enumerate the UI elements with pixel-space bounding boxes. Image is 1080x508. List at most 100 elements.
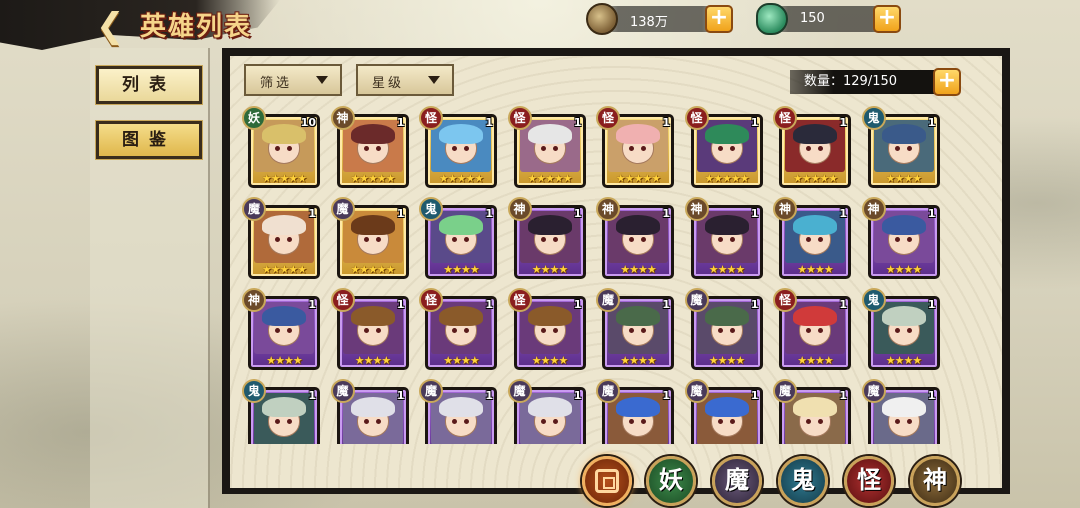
hero-card[interactable]: 神 1 ★★★★ — [596, 197, 674, 279]
hero-portrait — [254, 302, 314, 354]
hero-level: 1 — [750, 116, 759, 129]
hero-portrait — [342, 393, 403, 444]
hero-card[interactable]: 魔1★★★★ — [773, 379, 851, 444]
hero-card[interactable]: 魔1★★★★ — [861, 379, 940, 444]
hero-portrait — [254, 393, 314, 444]
hero-card[interactable]: 神 1 ★★★★ — [684, 197, 763, 279]
faction-badge: 神 — [330, 106, 355, 130]
hero-card[interactable]: 怪 1 ★★★★ — [507, 288, 586, 370]
hero-level: 1 — [662, 207, 670, 220]
sidebar-item-list[interactable]: 列表 — [95, 65, 203, 105]
triangle-down-icon — [316, 76, 328, 84]
faction-tab-shen[interactable]: 神 — [910, 456, 960, 506]
faction-tab-gui[interactable]: 鬼 — [778, 456, 828, 506]
add-gold-button[interactable]: + — [705, 5, 733, 33]
hero-hair — [704, 215, 749, 235]
hero-card[interactable]: 神 1 ★★★★ — [861, 197, 940, 279]
hero-portrait — [431, 302, 491, 354]
hero-card[interactable]: 魔1★★★★ — [596, 379, 674, 444]
hero-portrait — [696, 302, 757, 354]
hero-hair — [704, 397, 749, 417]
hero-eye — [894, 146, 900, 151]
sidebar-item-atlas[interactable]: 图鉴 — [95, 120, 203, 160]
hero-stars: ★★★★ — [354, 354, 391, 367]
hero-eye — [806, 419, 811, 424]
hero-card[interactable]: 魔 1 ★★★★★ — [242, 197, 320, 279]
hero-card[interactable]: 鬼1★★★★ — [419, 197, 497, 279]
hero-level: 1 — [927, 116, 936, 129]
hero-level: 1 — [485, 116, 493, 129]
hero-portrait — [608, 120, 668, 172]
hero-card[interactable]: 魔 1 ★★★★★ — [330, 197, 409, 279]
hero-level: 1 — [308, 389, 316, 402]
hero-hair — [350, 124, 395, 144]
star-dropdown[interactable]: 星级 — [356, 64, 454, 96]
hero-card[interactable]: 鬼1★★★★ — [861, 106, 940, 188]
faction-badge: 妖 — [242, 106, 266, 130]
faction-badge: 魔 — [507, 379, 532, 403]
hero-portrait — [873, 120, 934, 172]
add-jade-button[interactable]: + — [873, 5, 901, 33]
hero-level: 1 — [839, 207, 847, 220]
faction-badge: 鬼 — [242, 379, 266, 403]
faction-badge: 魔 — [596, 288, 620, 312]
hero-stars: ★★★★★ — [350, 263, 395, 276]
hero-card[interactable]: 魔1★★★★ — [419, 379, 497, 444]
hero-card[interactable]: 怪 1 ★★★★ — [773, 288, 851, 370]
hero-eye — [287, 419, 292, 424]
hero-hair — [262, 306, 306, 326]
hero-eye — [729, 419, 735, 424]
hero-hair — [704, 124, 749, 144]
hero-eye — [729, 328, 735, 333]
hero-card[interactable]: 鬼1★★★★ — [242, 379, 320, 444]
hero-card[interactable]: 怪 1 ★★★★★ — [596, 106, 674, 188]
faction-tab-guai[interactable]: 怪 — [844, 456, 894, 506]
filter-dropdown[interactable]: 筛选 — [244, 64, 342, 96]
back-button[interactable]: ❮ — [96, 8, 132, 44]
hero-card[interactable]: 怪 1 ★★★★★ — [773, 106, 851, 188]
hero-card[interactable]: 魔1★★★★ — [684, 288, 763, 370]
hero-portrait — [254, 211, 314, 263]
expand-capacity-button[interactable]: + — [933, 68, 961, 96]
hero-level: 1 — [308, 207, 316, 220]
hero-card[interactable]: 神 1 ★★★★★ — [330, 106, 409, 188]
hero-eye — [552, 237, 558, 242]
hero-card[interactable]: 魔1★★★★ — [507, 379, 586, 444]
hero-eye — [552, 146, 558, 151]
hero-eye — [464, 328, 469, 333]
hero-hair — [439, 306, 483, 326]
faction-tab-mo[interactable]: 魔 — [712, 456, 762, 506]
hero-card[interactable]: 魔1★★★★ — [596, 288, 674, 370]
hero-eye — [464, 419, 469, 424]
hero-card[interactable]: 神 1 ★★★★ — [507, 197, 586, 279]
hero-eye — [540, 237, 546, 242]
faction-tab-yao[interactable]: 妖 — [646, 456, 696, 506]
hero-level: 1 — [927, 298, 936, 311]
hero-card[interactable]: 妖 10 ★★★★★ — [242, 106, 320, 188]
hero-level: 1 — [573, 389, 582, 402]
faction-tab-all[interactable] — [582, 456, 632, 506]
hero-hair — [616, 124, 660, 144]
faction-badge: 魔 — [242, 197, 266, 221]
hero-card[interactable]: 怪 1 ★★★★ — [330, 288, 409, 370]
hero-portrait — [608, 211, 668, 263]
hero-eye — [363, 328, 369, 333]
hero-card[interactable]: 怪 1 ★★★★ — [419, 288, 497, 370]
hero-eye — [629, 146, 634, 151]
hero-level: 1 — [750, 298, 759, 311]
hero-eye — [464, 237, 469, 242]
hero-eye — [375, 328, 381, 333]
hero-eye — [275, 146, 280, 151]
hero-card[interactable]: 神 1 ★★★★ — [773, 197, 851, 279]
hero-card[interactable]: 怪 1 ★★★★★ — [684, 106, 763, 188]
hero-portrait — [873, 393, 934, 444]
hero-card[interactable]: 魔1★★★★ — [330, 379, 409, 444]
faction-badge: 神 — [507, 197, 532, 221]
hero-card[interactable]: 神 1 ★★★★ — [242, 288, 320, 370]
hero-hair — [616, 306, 660, 326]
hero-card[interactable]: 怪 1 ★★★★★ — [507, 106, 586, 188]
hero-card[interactable]: 魔1★★★★ — [684, 379, 763, 444]
hero-card[interactable]: 鬼1★★★★ — [861, 288, 940, 370]
hero-level: 1 — [573, 116, 582, 129]
hero-card[interactable]: 怪 1 ★★★★★ — [419, 106, 497, 188]
